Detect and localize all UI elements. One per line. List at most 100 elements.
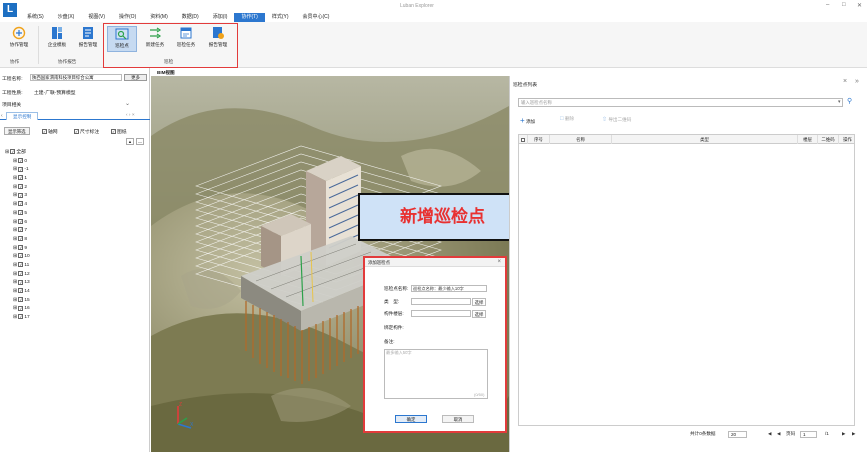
- tree-node[interactable]: ⊞ ✓ 7: [13, 227, 30, 236]
- tree-node[interactable]: ⊞ ✓ 6: [13, 218, 30, 228]
- check-icon: ✓: [74, 129, 79, 135]
- table-header: 序号 名称 类型 楼层 二维码 操作: [519, 135, 854, 144]
- pin-icon[interactable]: ‹: [1, 113, 3, 119]
- tree-node[interactable]: ⊞ ✓ 4: [13, 201, 30, 210]
- menu-collab[interactable]: 协作(T): [234, 13, 265, 22]
- report-icon: [83, 27, 93, 39]
- chevron-down-icon[interactable]: ⌄: [125, 100, 130, 107]
- project-related-label[interactable]: 项目相关: [2, 101, 21, 108]
- upload-icon: ⇧: [602, 117, 608, 123]
- tree-node[interactable]: ⊞ ✓ 13: [13, 279, 30, 288]
- floor-choose-button[interactable]: 选择: [472, 310, 486, 318]
- col-index: 序号: [528, 135, 550, 144]
- chevron-down-icon[interactable]: ▾: [838, 99, 841, 105]
- first-page-icon[interactable]: ◀: [768, 431, 772, 437]
- add-button[interactable]: + 添加: [520, 116, 535, 125]
- project-select[interactable]: 陕西国家渭南科技项目综合公寓: [30, 74, 122, 81]
- add-button-label: 添加: [525, 119, 536, 124]
- display-filter-button[interactable]: 显示筛选: [4, 127, 30, 135]
- tab-display-control[interactable]: 显示控制: [6, 112, 39, 120]
- menu-data[interactable]: 数据(D): [175, 13, 206, 22]
- menu-add[interactable]: 添加(I): [206, 13, 235, 22]
- tree-node[interactable]: ⊞ ✓ 9: [13, 244, 30, 254]
- check-icon: ✓: [18, 305, 24, 311]
- tree-node[interactable]: ⊞ ✓ 8: [13, 236, 30, 245]
- check-icon: ✓: [10, 149, 16, 155]
- tree-node[interactable]: ⊞ ✓ -1: [13, 166, 30, 175]
- tree-node-label: 10: [24, 254, 30, 260]
- floor-input[interactable]: [411, 310, 471, 317]
- project-nature-label: 工程性质:: [2, 91, 23, 96]
- tree-node[interactable]: ⊞ ✓ 1: [13, 175, 30, 184]
- menu-system[interactable]: 系统(S): [20, 13, 51, 22]
- tree-node[interactable]: ⊞ ✓ 10: [13, 253, 30, 262]
- page-total: /1: [825, 431, 829, 436]
- tree-node-label: 17: [24, 315, 30, 321]
- svg-text:X: X: [190, 422, 194, 428]
- minimize-button[interactable]: –: [826, 2, 829, 8]
- tree-root-label: 全部: [16, 150, 26, 155]
- close-icon[interactable]: ×: [497, 259, 501, 265]
- close-button[interactable]: ✕: [857, 2, 862, 9]
- export-qr-button-label: 导出二维码: [608, 117, 632, 122]
- delete-button[interactable]: □ 删除: [560, 116, 574, 122]
- check-icon: ✓: [18, 244, 24, 250]
- prev-page-icon[interactable]: ◀: [777, 431, 781, 437]
- ribbon-collab-manage-button[interactable]: 协作管理: [4, 26, 34, 52]
- confirm-button[interactable]: 确定: [395, 415, 427, 423]
- page-size-select[interactable]: 20: [728, 431, 748, 438]
- tree-root[interactable]: ⊞ ✓ 全部: [5, 149, 30, 158]
- close-icon[interactable]: ×: [843, 78, 847, 85]
- inspection-table: 序号 名称 类型 楼层 二维码 操作: [518, 134, 855, 426]
- page-input[interactable]: 1: [800, 431, 817, 438]
- project-nature-value: 土建-广联-预算模型: [34, 91, 76, 96]
- menu-material[interactable]: 资料(M): [143, 13, 175, 22]
- menu-style[interactable]: 样式(Y): [265, 13, 296, 22]
- check-icon: ✓: [18, 279, 24, 285]
- export-qr-button[interactable]: ⇧ 导出二维码: [602, 116, 631, 123]
- tree-node[interactable]: ⊞ ✓ 17: [13, 314, 30, 323]
- collapse-icon[interactable]: —: [136, 138, 144, 145]
- menu-operate[interactable]: 操作(O): [112, 13, 143, 22]
- ribbon-template-button[interactable]: 企业模板: [42, 26, 72, 52]
- ribbon-report-button[interactable]: 报告管理: [73, 26, 103, 52]
- expand-up-icon[interactable]: ▲: [126, 138, 134, 145]
- more-button[interactable]: 更多: [124, 74, 147, 81]
- tree-node[interactable]: ⊞ ✓ 16: [13, 305, 30, 314]
- axis-checkbox[interactable]: ✓ 轴网: [42, 128, 58, 135]
- drawing-checkbox-label: 图纸: [117, 130, 127, 135]
- next-page-icon[interactable]: ▶: [842, 431, 846, 437]
- menu-view[interactable]: 视图(V): [81, 13, 112, 22]
- expand-icon[interactable]: »: [855, 78, 859, 85]
- search-icon[interactable]: ⚲: [847, 97, 852, 105]
- select-all-checkbox[interactable]: [519, 135, 528, 144]
- type-input[interactable]: [411, 298, 471, 305]
- tree-node[interactable]: ⊞ ✓ 11: [13, 262, 30, 271]
- type-choose-button[interactable]: 选择: [472, 298, 486, 306]
- collab-icon: [12, 26, 26, 40]
- tree-node[interactable]: ⊞ ✓ 14: [13, 288, 30, 297]
- tree-node-label: 7: [24, 228, 28, 234]
- menu-member[interactable]: 会员中心(C): [296, 13, 337, 22]
- dimension-checkbox[interactable]: ✓ 尺寸标注: [74, 128, 99, 135]
- tree-node[interactable]: ⊞ ✓ 5: [13, 210, 30, 219]
- tree-node[interactable]: ⊞ ✓ 2: [13, 183, 30, 193]
- tree-node[interactable]: ⊞ ✓ 12: [13, 270, 30, 280]
- tree-node-label: 5: [24, 210, 28, 216]
- drawing-checkbox[interactable]: ✓ 图纸: [111, 128, 127, 135]
- search-input[interactable]: 输入巡检点名称: [518, 98, 843, 107]
- cancel-button[interactable]: 取消: [442, 415, 474, 423]
- col-action: 操作: [843, 137, 852, 142]
- maximize-button[interactable]: □: [842, 2, 846, 8]
- tree-node[interactable]: ⊞ ✓ 3: [13, 192, 30, 201]
- svg-text:Z: Z: [179, 402, 182, 408]
- remark-textarea[interactable]: 最多输入50字: [384, 349, 488, 399]
- last-page-icon[interactable]: ▶: [852, 431, 856, 437]
- name-input[interactable]: 巡检点名称：最少输入10字: [411, 285, 487, 292]
- tree-node[interactable]: ⊞ ✓ 15: [13, 296, 30, 306]
- menu-sandbox[interactable]: 沙盘(X): [51, 13, 82, 22]
- check-icon: ✓: [18, 157, 24, 163]
- tree-node[interactable]: ⊞ ✓ 0: [13, 157, 30, 167]
- check-icon: ✓: [18, 210, 24, 216]
- tab-nav-icon[interactable]: ‹ › ×: [126, 113, 135, 118]
